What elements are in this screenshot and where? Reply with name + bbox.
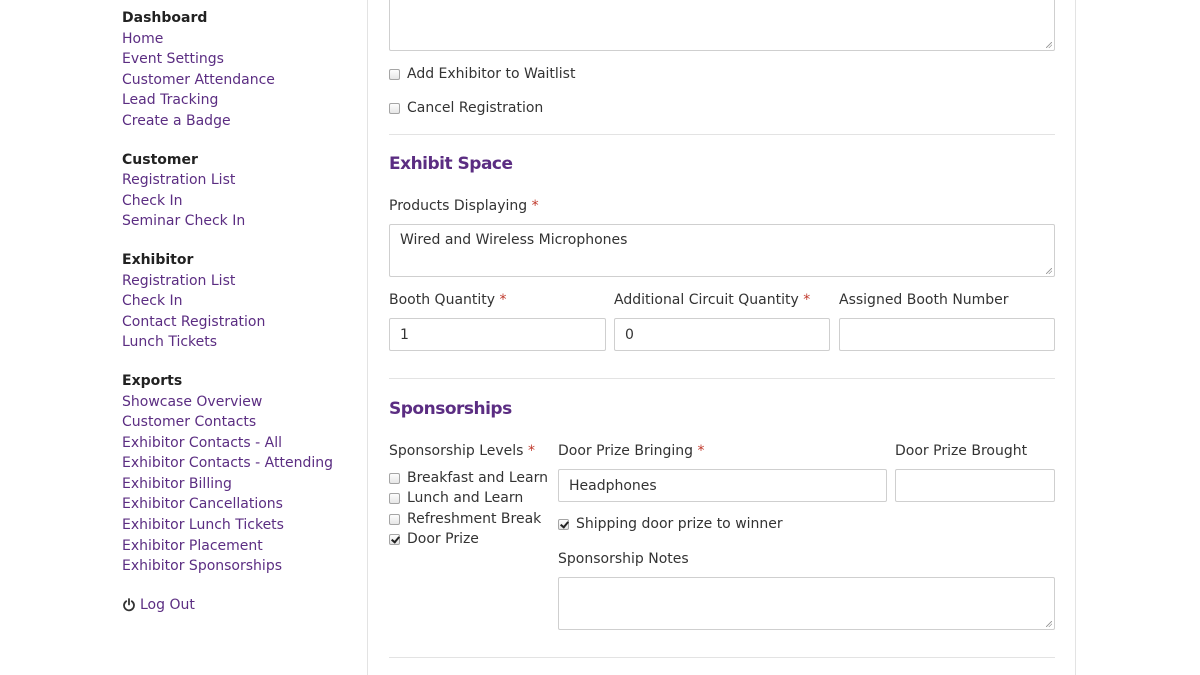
nav-link-customer-attendance[interactable]: Customer Attendance <box>122 70 352 91</box>
nav-link-home[interactable]: Home <box>122 29 352 50</box>
nav-link-lead-tracking[interactable]: Lead Tracking <box>122 90 352 111</box>
nav-link-exhibitor-billing[interactable]: Exhibitor Billing <box>122 474 352 495</box>
required-marker: * <box>499 292 507 308</box>
nav-heading-customer: Customer <box>122 151 198 168</box>
nav-heading-exports: Exports <box>122 372 183 389</box>
products-displaying-label: Products Displaying * <box>389 198 539 214</box>
level-door-prize-option[interactable]: Door Prize <box>389 531 479 547</box>
shipping-door-prize-option[interactable]: Shipping door prize to winner <box>558 516 783 532</box>
cancel-registration-option[interactable]: Cancel Registration <box>389 100 543 116</box>
nav-link-exhibitor-contacts-attending[interactable]: Exhibitor Contacts - Attending <box>122 453 352 474</box>
logout-link[interactable]: Log Out <box>122 595 352 615</box>
level-breakfast-checkbox[interactable] <box>389 472 400 484</box>
nav-group-exports: Exports Showcase Overview Customer Conta… <box>122 371 352 577</box>
logout-label: Log Out <box>140 596 195 613</box>
products-displaying-field[interactable]: Wired and Wireless Microphones <box>389 224 1055 277</box>
nav-link-contact-registration[interactable]: Contact Registration <box>122 312 352 333</box>
required-marker: * <box>527 443 535 459</box>
cancel-registration-checkbox[interactable] <box>389 102 400 114</box>
circuit-quantity-value: 0 <box>625 326 634 343</box>
shipping-door-prize-label: Shipping door prize to winner <box>576 516 783 532</box>
booth-quantity-input[interactable]: 1 <box>389 318 606 351</box>
nav-link-exhibitor-contacts-all[interactable]: Exhibitor Contacts - All <box>122 433 352 454</box>
exhibit-space-title: Exhibit Space <box>389 154 513 174</box>
level-refreshment-option[interactable]: Refreshment Break <box>389 511 541 527</box>
nav-link-exhibitor-lunch-tickets[interactable]: Exhibitor Lunch Tickets <box>122 515 352 536</box>
door-prize-bringing-value: Headphones <box>569 477 657 494</box>
nav-heading-exhibitor: Exhibitor <box>122 251 194 268</box>
shipping-door-prize-checkbox[interactable] <box>558 518 569 530</box>
nav-group-exhibitor: Exhibitor Registration List Check In Con… <box>122 250 352 353</box>
door-prize-brought-label: Door Prize Brought <box>895 443 1028 459</box>
divider <box>389 134 1055 135</box>
level-lunch-option[interactable]: Lunch and Learn <box>389 490 523 506</box>
circuit-quantity-input[interactable]: 0 <box>614 318 830 351</box>
products-displaying-value: Wired and Wireless Microphones <box>400 232 628 248</box>
content-border-left <box>367 0 368 675</box>
add-to-waitlist-label: Add Exhibitor to Waitlist <box>407 66 576 82</box>
level-lunch-label: Lunch and Learn <box>407 490 524 506</box>
resize-grip-icon[interactable] <box>1046 621 1052 627</box>
booth-quantity-label: Booth Quantity * <box>389 292 507 308</box>
booth-number-label: Assigned Booth Number <box>839 292 1009 308</box>
resize-grip-icon[interactable] <box>1046 42 1052 48</box>
cancel-registration-label: Cancel Registration <box>407 100 544 116</box>
nav-link-exhibitor-sponsorships[interactable]: Exhibitor Sponsorships <box>122 556 352 577</box>
sidebar-nav: Dashboard Home Event Settings Customer A… <box>122 8 352 615</box>
nav-link-customer-check-in[interactable]: Check In <box>122 191 352 212</box>
sponsorship-notes-textarea[interactable] <box>558 577 1055 630</box>
booth-quantity-value: 1 <box>400 326 409 343</box>
resize-grip-icon[interactable] <box>1046 268 1052 274</box>
nav-link-customer-registration-list[interactable]: Registration List <box>122 170 352 191</box>
door-prize-bringing-label: Door Prize Bringing * <box>558 443 705 459</box>
nav-link-customer-contacts[interactable]: Customer Contacts <box>122 412 352 433</box>
door-prize-bringing-input[interactable]: Headphones <box>558 469 887 502</box>
power-icon <box>123 597 135 612</box>
sponsorship-levels-label: Sponsorship Levels * <box>389 443 535 459</box>
nav-link-exhibitor-check-in[interactable]: Check In <box>122 291 352 312</box>
required-marker: * <box>803 292 811 308</box>
sponsorships-title: Sponsorships <box>389 399 512 419</box>
booth-number-input[interactable] <box>839 318 1055 351</box>
level-refreshment-checkbox[interactable] <box>389 513 400 525</box>
level-breakfast-option[interactable]: Breakfast and Learn <box>389 470 548 486</box>
nav-link-create-badge[interactable]: Create a Badge <box>122 111 352 132</box>
add-to-waitlist-option[interactable]: Add Exhibitor to Waitlist <box>389 66 575 82</box>
content-border-right <box>1075 0 1076 675</box>
circuit-quantity-label: Additional Circuit Quantity * <box>614 292 811 308</box>
required-marker: * <box>697 443 705 459</box>
nav-link-showcase-overview[interactable]: Showcase Overview <box>122 392 352 413</box>
level-door-prize-checkbox[interactable] <box>389 533 400 545</box>
nav-link-lunch-tickets[interactable]: Lunch Tickets <box>122 332 352 353</box>
nav-link-event-settings[interactable]: Event Settings <box>122 49 352 70</box>
add-to-waitlist-checkbox[interactable] <box>389 68 400 80</box>
nav-link-exhibitor-cancellations[interactable]: Exhibitor Cancellations <box>122 494 352 515</box>
level-refreshment-label: Refreshment Break <box>407 511 542 527</box>
nav-group-dashboard: Dashboard Home Event Settings Customer A… <box>122 8 352 132</box>
level-door-prize-label: Door Prize <box>407 531 479 547</box>
top-notes-textarea[interactable] <box>389 0 1055 51</box>
nav-group-customer: Customer Registration List Check In Semi… <box>122 150 352 232</box>
level-lunch-checkbox[interactable] <box>389 492 400 504</box>
exhibitor-form: Add Exhibitor to Waitlist Cancel Registr… <box>389 0 1055 675</box>
nav-link-exhibitor-registration-list[interactable]: Registration List <box>122 271 352 292</box>
door-prize-brought-input[interactable] <box>895 469 1055 502</box>
nav-heading-dashboard: Dashboard <box>122 10 208 26</box>
level-breakfast-label: Breakfast and Learn <box>407 470 549 486</box>
divider <box>389 657 1055 658</box>
sponsorship-notes-label: Sponsorship Notes <box>558 551 689 567</box>
divider <box>389 378 1055 379</box>
nav-link-seminar-check-in[interactable]: Seminar Check In <box>122 211 352 232</box>
required-marker: * <box>531 198 539 214</box>
nav-link-exhibitor-placement[interactable]: Exhibitor Placement <box>122 536 352 557</box>
